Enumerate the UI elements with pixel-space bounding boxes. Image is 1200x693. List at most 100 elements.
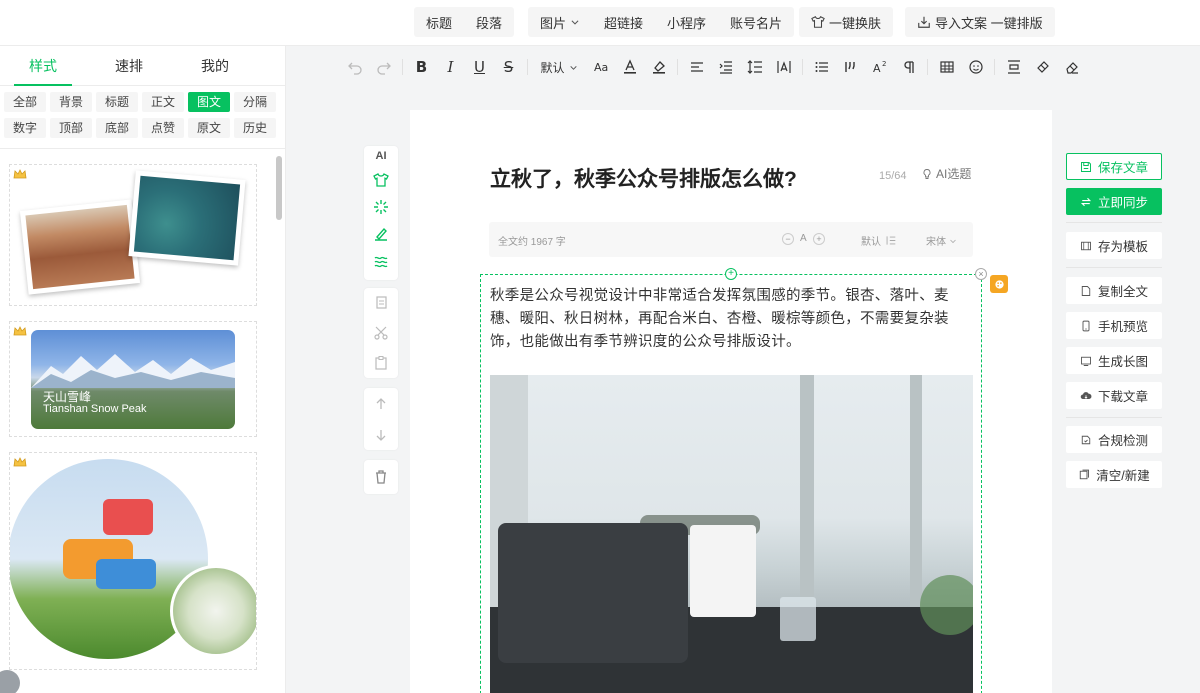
- copy-all-button[interactable]: 复制全文: [1066, 277, 1162, 304]
- scrollbar-thumb[interactable]: [276, 156, 282, 220]
- insert-miniprogram-button[interactable]: 小程序: [655, 7, 718, 37]
- toolbar-divider: [802, 59, 803, 75]
- category-all[interactable]: 全部: [4, 92, 46, 112]
- tab-styles[interactable]: 样式: [0, 46, 86, 86]
- insert-image-button[interactable]: 图片: [528, 7, 592, 37]
- category-background[interactable]: 背景: [50, 92, 92, 112]
- insert-paragraph-button[interactable]: 段落: [464, 7, 514, 37]
- decrease-font-button[interactable]: −: [782, 233, 794, 245]
- article-title-input[interactable]: 立秋了，秋季公众号排版怎么做?: [490, 163, 797, 193]
- one-click-skin-button[interactable]: 一键换肤: [799, 7, 893, 37]
- category-image-text[interactable]: 图文: [188, 92, 230, 112]
- top-toolbar: 标题 段落 图片 超链接 小程序 账号名片 一键换肤 导入文案 一键排版: [0, 0, 1200, 46]
- category-bottom[interactable]: 底部: [96, 118, 138, 138]
- delete-tool-column: [364, 460, 398, 494]
- template-circle-photos[interactable]: [9, 452, 257, 670]
- skin-tool-button[interactable]: [364, 166, 398, 193]
- bullet-list-button[interactable]: [807, 52, 836, 82]
- line-height-select[interactable]: 默认: [861, 233, 896, 248]
- category-like[interactable]: 点赞: [142, 118, 184, 138]
- category-original[interactable]: 原文: [188, 118, 230, 138]
- import-text-button[interactable]: 导入文案 一键排版: [905, 7, 1055, 37]
- cut-block-button[interactable]: [364, 318, 398, 348]
- format-painter-button[interactable]: [1028, 52, 1057, 82]
- article-office-photo[interactable]: [490, 375, 973, 693]
- quote-button[interactable]: [836, 52, 865, 82]
- undo-button[interactable]: [340, 52, 369, 82]
- crown-icon: [13, 457, 27, 467]
- paste-block-button[interactable]: [364, 348, 398, 378]
- category-divider[interactable]: 分隔: [234, 92, 276, 112]
- ai-button[interactable]: AI: [364, 146, 398, 166]
- align-button[interactable]: [682, 52, 711, 82]
- line-height-button[interactable]: [740, 52, 769, 82]
- move-tool-column: [364, 388, 398, 450]
- crown-icon: [13, 326, 27, 336]
- delete-block-button[interactable]: [364, 460, 398, 494]
- circle-photo-blossom: [170, 565, 256, 657]
- lightbulb-icon: [923, 168, 931, 179]
- insert-link-button[interactable]: 超链接: [592, 7, 655, 37]
- collage-photo-canyon: [19, 199, 141, 295]
- font-family-select[interactable]: 宋体: [926, 233, 957, 248]
- category-body[interactable]: 正文: [142, 92, 184, 112]
- clear-new-button[interactable]: 清空/新建: [1066, 461, 1162, 488]
- tab-mine[interactable]: 我的: [172, 46, 258, 85]
- strikethrough-button[interactable]: S: [494, 52, 523, 82]
- palette-badge-icon[interactable]: [990, 275, 1008, 293]
- tab-quick-layout[interactable]: 速排: [86, 46, 172, 85]
- redo-button[interactable]: [369, 52, 398, 82]
- film-icon: [1081, 241, 1091, 250]
- copy-block-button[interactable]: [364, 288, 398, 318]
- font-color-button[interactable]: [615, 52, 644, 82]
- image-stack-icon: [1081, 356, 1091, 366]
- move-down-button[interactable]: [364, 419, 398, 450]
- sparkle-tool-button[interactable]: [364, 193, 398, 220]
- text-case-button[interactable]: Aa: [586, 52, 615, 82]
- skin-group: 一键换肤: [799, 7, 894, 37]
- brush-tool-button[interactable]: [364, 220, 398, 247]
- highlight-button[interactable]: [644, 52, 673, 82]
- letter-spacing-button[interactable]: [769, 52, 798, 82]
- wave-tool-button[interactable]: [364, 247, 398, 274]
- compliance-check-button[interactable]: 合规检测: [1066, 426, 1162, 453]
- italic-button[interactable]: I: [436, 52, 465, 82]
- move-up-button[interactable]: [364, 388, 398, 419]
- category-heading[interactable]: 标题: [96, 92, 138, 112]
- indent-button[interactable]: [711, 52, 740, 82]
- ai-title-button[interactable]: AI选题: [921, 165, 971, 182]
- category-top[interactable]: 顶部: [50, 118, 92, 138]
- letter-spacing-icon: [776, 61, 791, 73]
- article-paragraph[interactable]: 秋季是公众号视觉设计中非常适合发挥氛围感的季节。银杏、落叶、麦穗、暖阳、秋日树林…: [490, 285, 976, 354]
- template-photo-collage[interactable]: [9, 164, 257, 306]
- insert-account-card-button[interactable]: 账号名片: [718, 7, 794, 37]
- sync-now-button[interactable]: 立即同步: [1066, 188, 1162, 215]
- table-button[interactable]: [932, 52, 961, 82]
- superscript-button[interactable]: A2: [865, 52, 894, 82]
- mobile-preview-button[interactable]: 手机预览: [1066, 312, 1162, 339]
- category-history[interactable]: 历史: [234, 118, 276, 138]
- insert-heading-button[interactable]: 标题: [414, 7, 464, 37]
- add-block-button[interactable]: +: [725, 268, 737, 280]
- article-info-bar: 全文约 1967 字 − A + 默认 宋体: [489, 222, 973, 257]
- toolbar-divider: [927, 59, 928, 75]
- chevron-down-icon: [571, 20, 579, 25]
- template-snow-peak-banner[interactable]: 天山雪峰 Tianshan Snow Peak: [9, 321, 257, 437]
- underline-button[interactable]: U: [465, 52, 494, 82]
- save-article-button[interactable]: 保存文章: [1066, 153, 1162, 180]
- title-char-count: 15/64: [879, 170, 907, 182]
- paragraph-button[interactable]: [894, 52, 923, 82]
- close-block-button[interactable]: ×: [975, 268, 987, 280]
- bold-button[interactable]: B: [407, 52, 436, 82]
- increase-font-button[interactable]: +: [813, 233, 825, 245]
- ai-title-label: AI选题: [936, 167, 972, 181]
- category-number[interactable]: 数字: [4, 118, 46, 138]
- font-size-select[interactable]: 默认: [532, 52, 586, 82]
- crown-icon: [13, 169, 27, 179]
- download-article-button[interactable]: 下载文章: [1066, 382, 1162, 409]
- clear-format-button[interactable]: [1057, 52, 1086, 82]
- generate-long-image-button[interactable]: 生成长图: [1066, 347, 1162, 374]
- emoji-button[interactable]: [961, 52, 990, 82]
- save-as-template-button[interactable]: 存为模板: [1066, 232, 1162, 259]
- spacing-button[interactable]: [999, 52, 1028, 82]
